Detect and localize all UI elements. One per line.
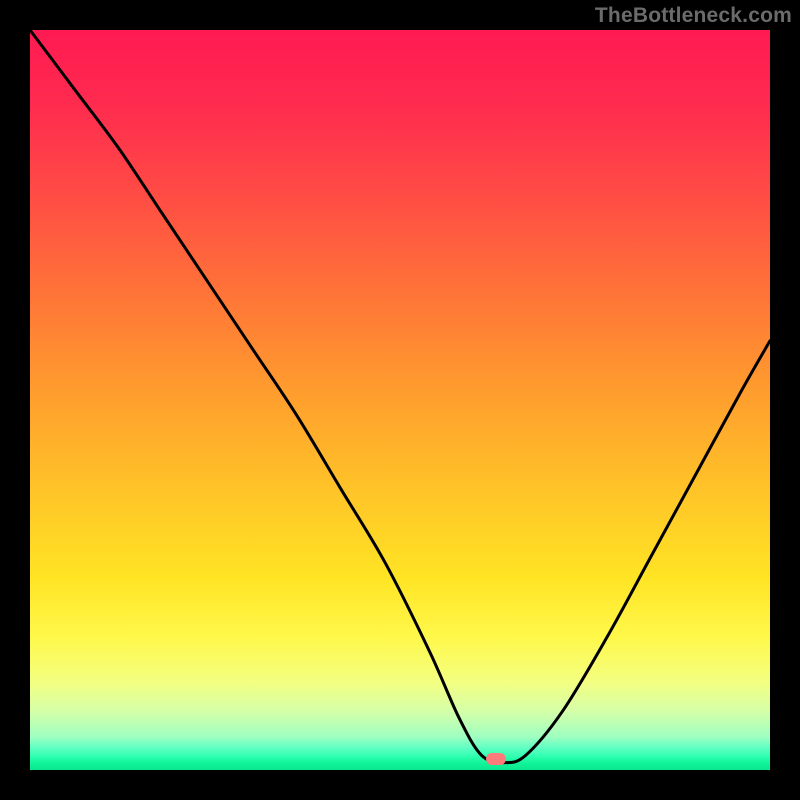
watermark-text: TheBottleneck.com	[595, 4, 792, 28]
optimal-point-marker	[486, 753, 506, 765]
curve-path	[30, 30, 770, 763]
plot-area	[30, 30, 770, 770]
chart-frame: TheBottleneck.com	[0, 0, 800, 800]
bottleneck-curve	[30, 30, 770, 770]
